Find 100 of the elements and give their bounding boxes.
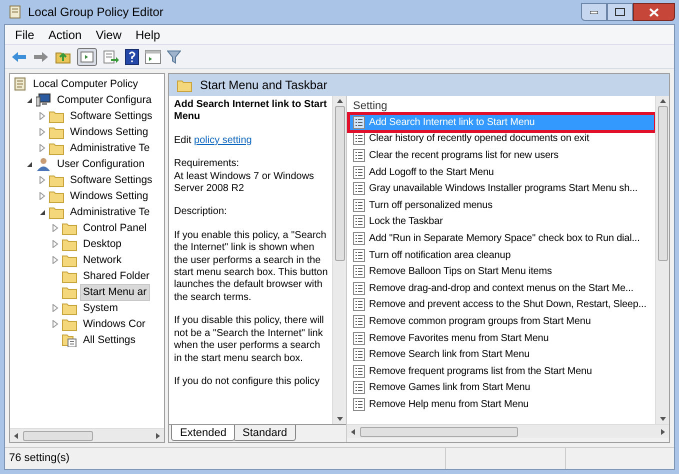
document-icon bbox=[353, 198, 365, 212]
setting-row[interactable]: Remove frequent programs list from the Start Menu bbox=[349, 362, 655, 380]
setting-row[interactable]: Remove Favorites menu from Start Menu bbox=[349, 330, 655, 346]
vertical-scrollbar[interactable] bbox=[655, 96, 669, 424]
folder-icon bbox=[62, 318, 77, 330]
folder-icon bbox=[62, 254, 77, 266]
setting-row[interactable]: Remove Games link from Start Menu bbox=[349, 380, 655, 396]
setting-row[interactable]: Remove Search link from Start Menu bbox=[349, 346, 655, 363]
tree-item[interactable]: Windows Setting bbox=[67, 124, 152, 140]
setting-name: Clear history of recently opened documents on exit bbox=[369, 132, 590, 146]
folder-icon bbox=[62, 222, 77, 234]
requirements-text: At least Windows 7 or Windows Server 2008 R2 bbox=[174, 170, 316, 196]
setting-name: Clear the recent programs list for new users bbox=[369, 148, 559, 163]
document-icon bbox=[353, 232, 365, 245]
tree-item[interactable]: Software Settings bbox=[67, 172, 156, 188]
setting-row[interactable]: Add Logoff to the Start Menu bbox=[349, 164, 655, 180]
setting-row[interactable]: Turn off notification area cleanup bbox=[349, 246, 655, 264]
document-icon bbox=[353, 182, 365, 196]
document-icon bbox=[353, 282, 365, 295]
tree-item[interactable]: System bbox=[80, 300, 122, 316]
forward-arrow-icon[interactable] bbox=[33, 50, 49, 62]
expanded-arrow-icon[interactable] bbox=[26, 160, 33, 168]
panel-toggle-icon[interactable] bbox=[77, 48, 97, 66]
setting-name: Remove Favorites menu from Start Menu bbox=[369, 332, 549, 346]
setting-row[interactable]: Remove Help menu from Start Menu bbox=[349, 396, 655, 413]
close-icon bbox=[649, 8, 659, 16]
tree-item[interactable]: Software Settings bbox=[67, 108, 156, 124]
horizontal-scrollbar[interactable] bbox=[347, 424, 669, 438]
folder-icon bbox=[177, 78, 192, 92]
vertical-scrollbar[interactable] bbox=[332, 96, 346, 424]
tree-item[interactable]: Desktop bbox=[80, 236, 125, 252]
setting-name: Remove common program groups from Start Menu bbox=[369, 314, 591, 329]
tree-item[interactable]: Computer Configura bbox=[54, 92, 155, 108]
maximize-button[interactable] bbox=[607, 3, 633, 21]
minimize-button[interactable] bbox=[581, 3, 607, 21]
document-icon bbox=[353, 215, 365, 228]
setting-name: Add Search Internet link to Start Menu bbox=[369, 116, 535, 130]
maximize-icon bbox=[615, 8, 625, 16]
window-title: Local Group Policy Editor bbox=[28, 4, 164, 21]
menu-item[interactable]: Help bbox=[130, 26, 166, 44]
setting-row[interactable]: Remove common program groups from Start Menu bbox=[349, 313, 655, 330]
menu-item[interactable]: Action bbox=[42, 26, 88, 44]
folder-up-icon[interactable] bbox=[55, 50, 71, 64]
menu-item[interactable]: File bbox=[9, 26, 40, 44]
scroll-arrow-icon[interactable] bbox=[336, 98, 344, 104]
setting-row[interactable]: Remove drag-and-drop and context menus on the Start Me... bbox=[349, 280, 655, 297]
tree-item[interactable]: Network bbox=[80, 252, 125, 268]
setting-row[interactable]: Clear the recent programs list for new users bbox=[349, 147, 655, 164]
tree-item[interactable]: Local Computer Policy bbox=[30, 76, 142, 92]
setting-row[interactable]: Remove and prevent access to the Shut Down, Restart, Sleep... bbox=[349, 296, 655, 314]
help-icon[interactable] bbox=[125, 48, 139, 64]
folder-icon bbox=[62, 302, 77, 314]
expanded-arrow-icon[interactable] bbox=[39, 208, 46, 216]
folder-icon bbox=[49, 206, 64, 218]
document-icon bbox=[353, 166, 365, 179]
document-icon bbox=[353, 314, 365, 328]
scroll-arrow-icon[interactable] bbox=[13, 432, 19, 440]
horizontal-scrollbar[interactable] bbox=[10, 428, 164, 442]
scroll-arrow-icon[interactable] bbox=[658, 98, 666, 104]
description-paragraph: If you do not configure this policy bbox=[174, 376, 321, 388]
setting-row[interactable]: Turn off personalized menus bbox=[349, 196, 655, 214]
folder-icon bbox=[62, 270, 77, 282]
view-tab[interactable]: Extended bbox=[171, 425, 236, 441]
document-icon bbox=[353, 348, 365, 362]
export-list-icon[interactable] bbox=[103, 50, 119, 64]
expanded-arrow-icon[interactable] bbox=[26, 96, 33, 104]
document-icon bbox=[353, 248, 365, 262]
tree-item[interactable]: User Configuration bbox=[54, 156, 148, 172]
tree-item[interactable]: Control Panel bbox=[80, 220, 150, 236]
filter-icon[interactable] bbox=[167, 50, 181, 64]
setting-row[interactable]: Add "Run in Separate Memory Space" check box to Run dial... bbox=[349, 230, 655, 247]
computer-icon bbox=[36, 93, 51, 107]
back-arrow-icon[interactable] bbox=[11, 50, 27, 62]
properties-icon[interactable] bbox=[145, 50, 161, 64]
tree-item[interactable]: Windows Setting bbox=[67, 188, 152, 204]
folder-icon bbox=[49, 142, 64, 154]
tree-item[interactable]: All Settings bbox=[80, 332, 139, 348]
setting-row[interactable]: Gray unavailable Windows Installer programs Start Menu sh... bbox=[349, 180, 655, 197]
tree-item[interactable]: Administrative Te bbox=[67, 140, 153, 156]
folder-icon bbox=[49, 190, 64, 202]
setting-name: Gray unavailable Windows Installer programs Start Menu sh... bbox=[369, 182, 638, 196]
folder-icon bbox=[49, 126, 64, 138]
section-title: Start Menu and Taskbar bbox=[200, 77, 328, 94]
settings-list-icon bbox=[62, 333, 77, 347]
setting-name: Remove frequent programs list from the Start Menu bbox=[369, 364, 592, 379]
scroll-arrow-icon[interactable] bbox=[155, 432, 161, 440]
setting-name: Remove Games link from Start Menu bbox=[369, 381, 530, 396]
setting-row[interactable]: Remove Balloon Tips on Start Menu items bbox=[349, 263, 655, 280]
tree-item[interactable]: Start Menu ar bbox=[80, 284, 150, 300]
policy-title: Add Search Internet link to Start Menu bbox=[174, 99, 328, 124]
description-paragraph: If you enable this policy, a "Search the Internet" link is shown when the user performs a search in the start menu search box. This button launches the default browser with the search terms. bbox=[174, 230, 329, 304]
menu-item[interactable]: View bbox=[90, 26, 128, 44]
close-button[interactable] bbox=[633, 3, 675, 21]
setting-row[interactable]: Lock the Taskbar bbox=[349, 214, 655, 230]
tree-item[interactable]: Administrative Te bbox=[67, 204, 153, 220]
setting-row[interactable]: Clear history of recently opened documents on exit bbox=[349, 130, 655, 148]
view-tab[interactable]: Standard bbox=[233, 425, 296, 441]
tree-item[interactable]: Shared Folder bbox=[80, 268, 153, 284]
tree-item[interactable]: Windows Cor bbox=[80, 316, 148, 332]
policy-setting-link[interactable]: policy setting bbox=[194, 134, 252, 146]
